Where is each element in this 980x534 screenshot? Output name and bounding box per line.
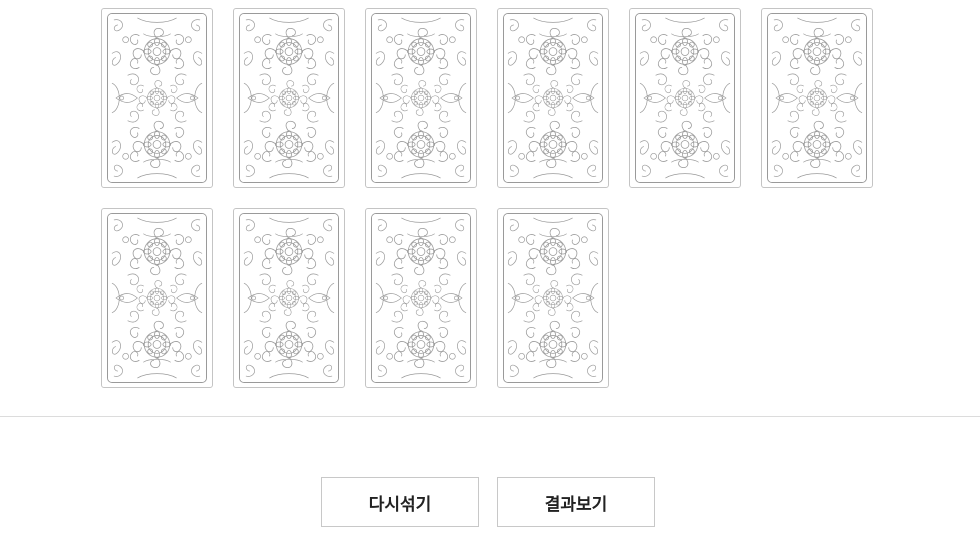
reshuffle-button[interactable]: 다시섞기 <box>321 477 479 527</box>
card-back-pattern <box>239 213 339 383</box>
tarot-card-4[interactable] <box>497 8 609 188</box>
card-back-pattern <box>767 13 867 183</box>
section-divider <box>0 416 980 417</box>
tarot-card-10[interactable] <box>497 208 609 388</box>
card-back-pattern <box>635 13 735 183</box>
card-back-pattern <box>503 13 603 183</box>
tarot-card-8[interactable] <box>233 208 345 388</box>
card-back-pattern <box>107 13 207 183</box>
tarot-card-2[interactable] <box>233 8 345 188</box>
tarot-card-6[interactable] <box>761 8 873 188</box>
tarot-card-3[interactable] <box>365 8 477 188</box>
card-back-pattern <box>239 13 339 183</box>
tarot-card-5[interactable] <box>629 8 741 188</box>
card-back-pattern <box>371 13 471 183</box>
card-back-pattern <box>503 213 603 383</box>
tarot-card-7[interactable] <box>101 208 213 388</box>
card-back-pattern <box>107 213 207 383</box>
tarot-card-9[interactable] <box>365 208 477 388</box>
tarot-card-1[interactable] <box>101 8 213 188</box>
card-back-pattern <box>371 213 471 383</box>
view-result-button[interactable]: 결과보기 <box>497 477 655 527</box>
card-spread <box>0 0 980 400</box>
